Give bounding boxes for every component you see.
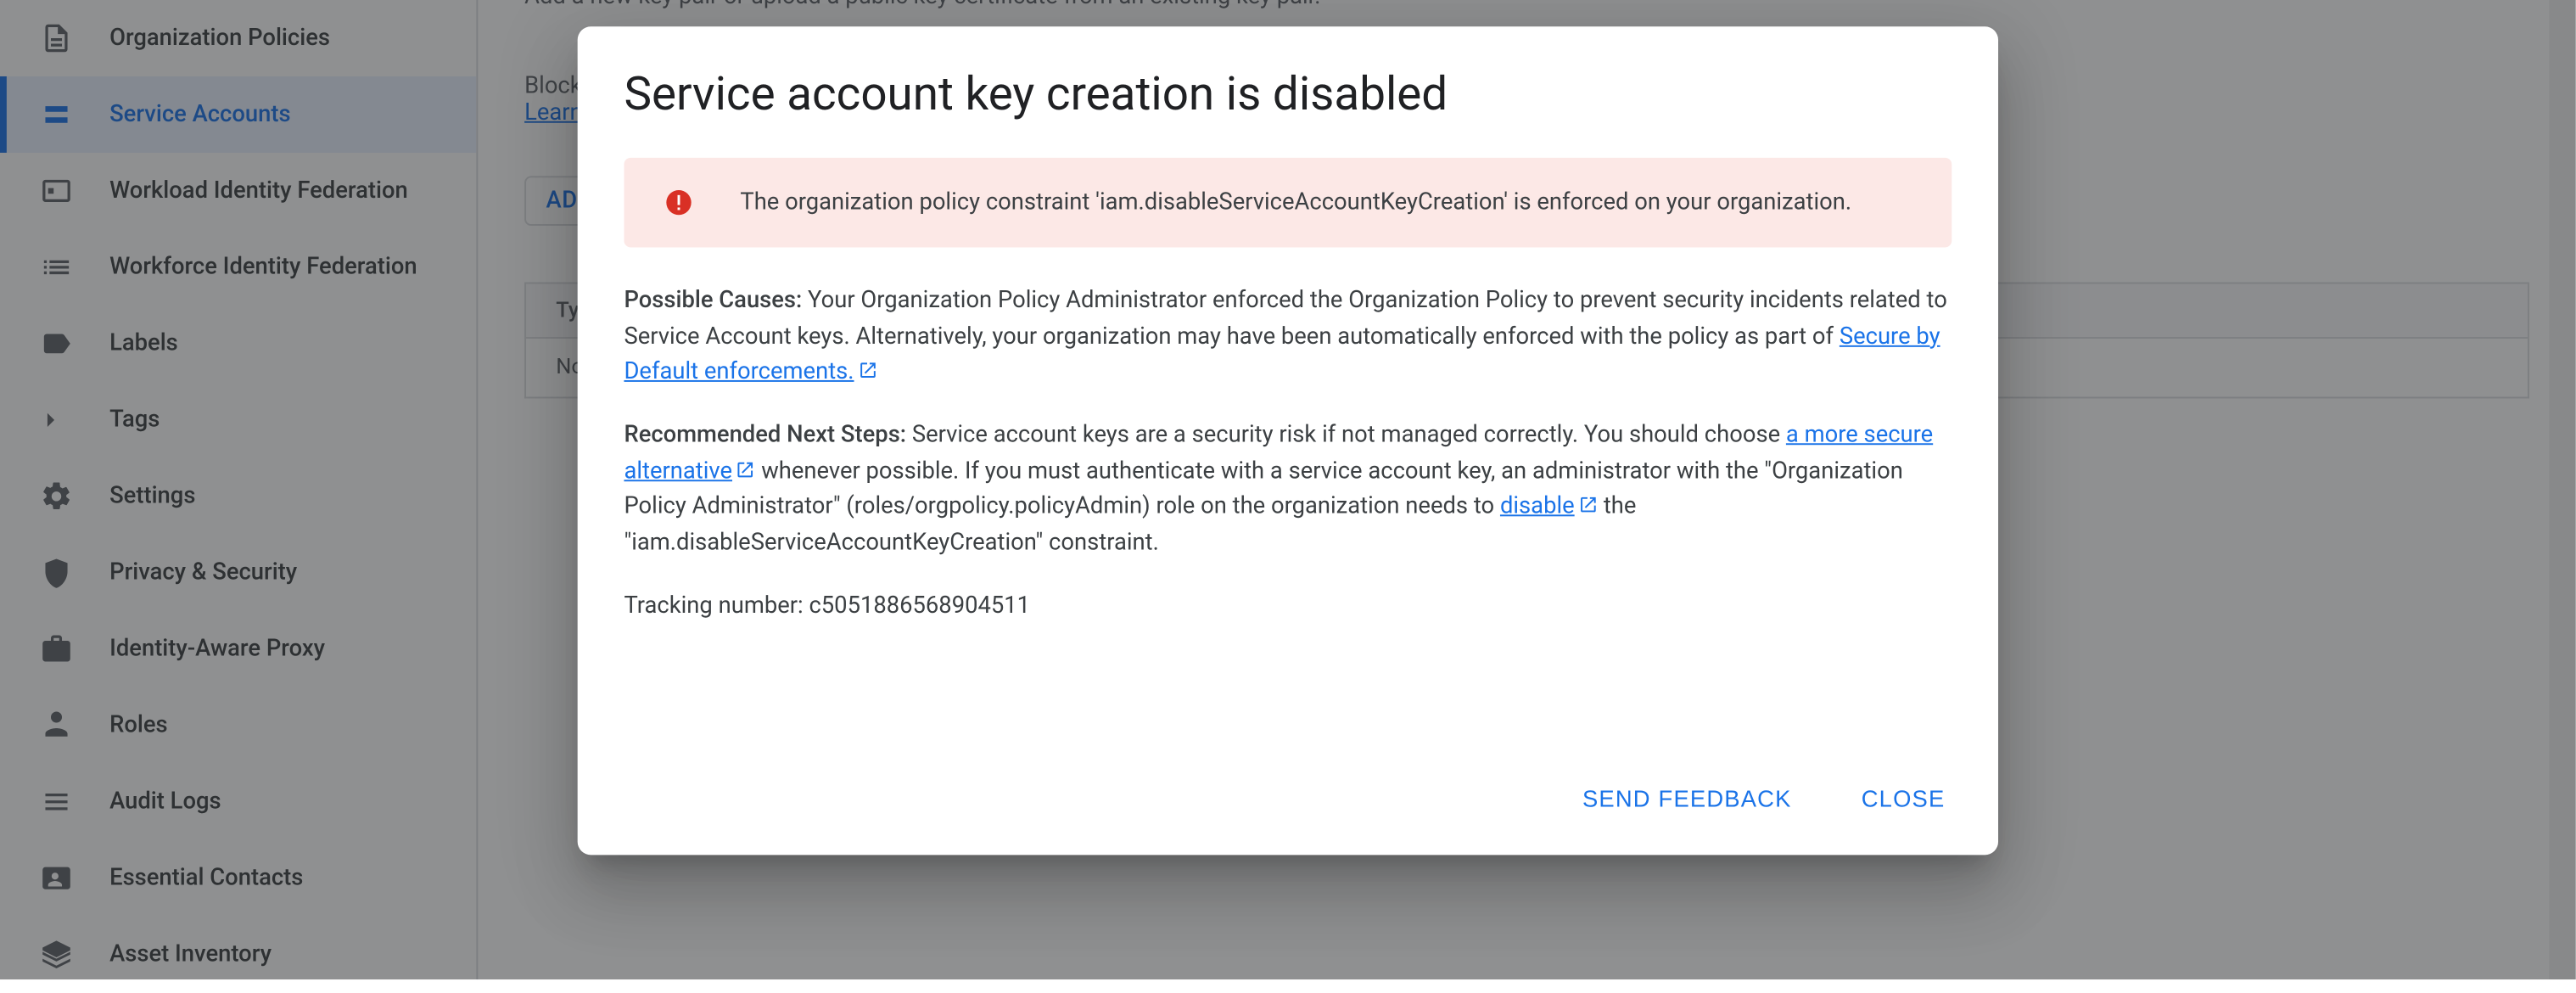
alert-box: The organization policy constraint 'iam.…: [624, 158, 1952, 248]
external-link-icon: [1578, 492, 1598, 512]
close-button[interactable]: CLOSE: [1855, 771, 1952, 825]
tracking-number: Tracking number: c5051886568904511: [624, 589, 1952, 625]
error-icon: [664, 188, 693, 217]
dialog-title: Service account key creation is disabled: [624, 66, 1952, 121]
recommended-next-steps-label: Recommended Next Steps:: [624, 422, 906, 448]
disable-constraint-link[interactable]: disable: [1500, 494, 1598, 520]
send-feedback-button[interactable]: SEND FEEDBACK: [1576, 771, 1798, 825]
dialog-service-account-key-disabled: Service account key creation is disabled…: [578, 26, 1998, 854]
external-link-icon: [857, 357, 876, 377]
alert-text: The organization policy constraint 'iam.…: [740, 189, 1851, 216]
possible-causes-paragraph: Possible Causes: Your Organization Polic…: [624, 283, 1952, 391]
modal-overlay: Service account key creation is disabled…: [0, 0, 2576, 979]
tracking-number-value: c5051886568904511: [809, 592, 1030, 619]
dialog-body: Possible Causes: Your Organization Polic…: [624, 283, 1952, 651]
dialog-actions: SEND FEEDBACK CLOSE: [624, 771, 1952, 825]
external-link-icon: [736, 456, 755, 475]
possible-causes-label: Possible Causes:: [624, 287, 802, 313]
recommended-next-steps-paragraph: Recommended Next Steps: Service account …: [624, 418, 1952, 563]
